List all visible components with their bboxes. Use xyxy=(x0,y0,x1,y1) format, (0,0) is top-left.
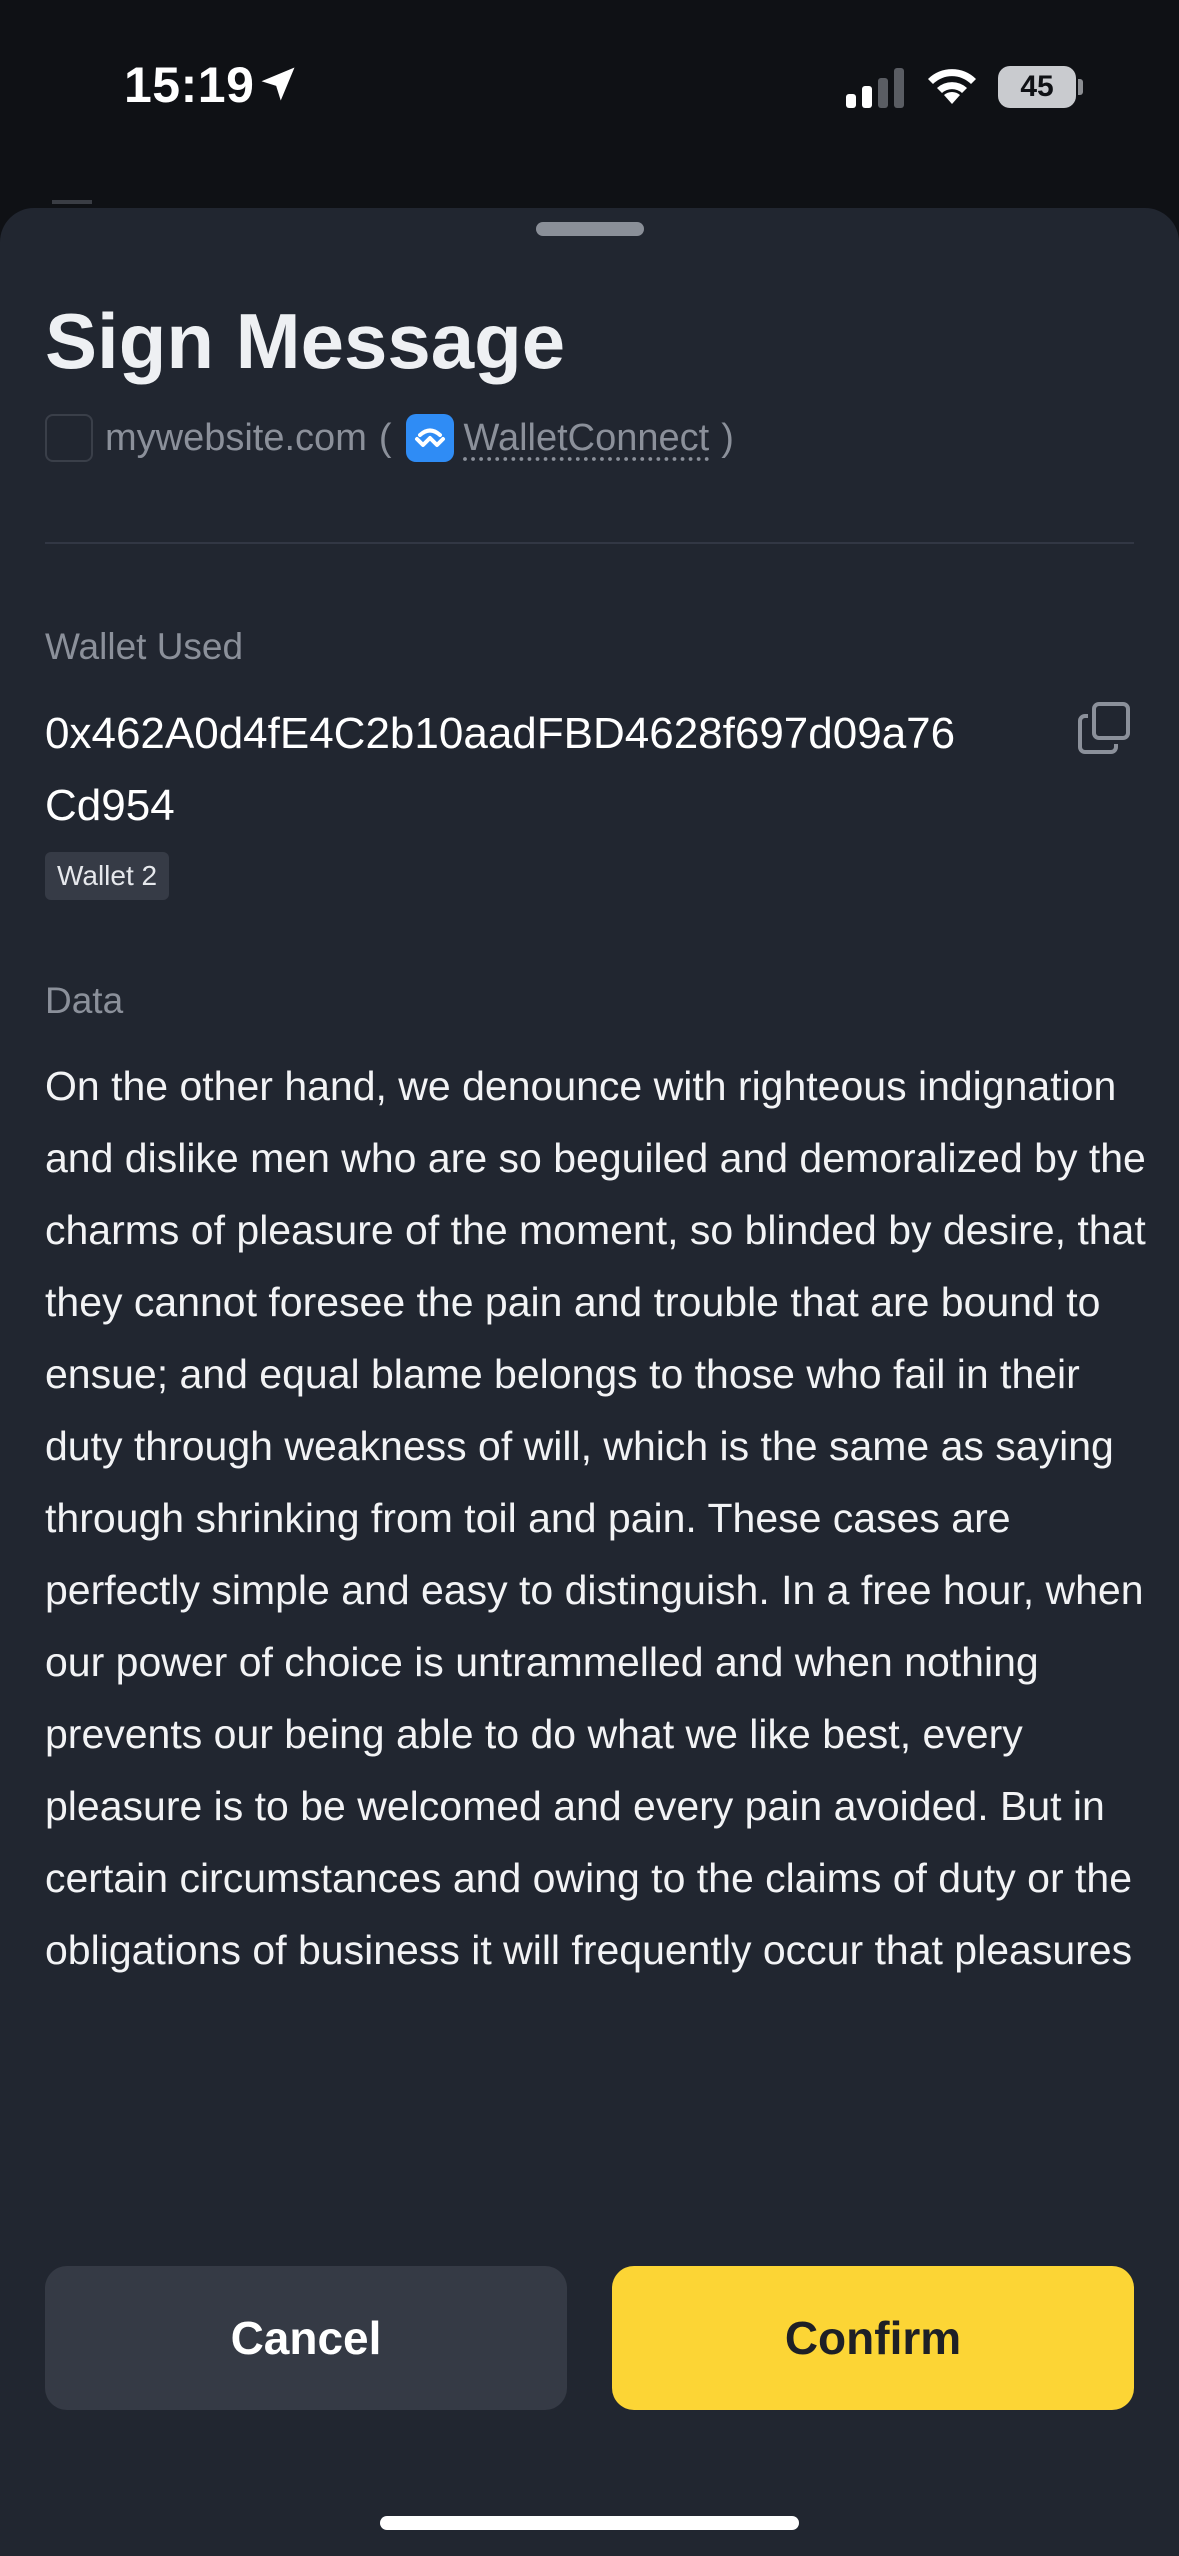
cancel-button[interactable]: Cancel xyxy=(45,2266,567,2410)
header-divider xyxy=(45,542,1134,544)
walletconnect-link[interactable]: WalletConnect xyxy=(464,417,710,460)
message-data: On the other hand, we denounce with righ… xyxy=(45,1063,1146,1973)
confirm-button[interactable]: Confirm xyxy=(612,2266,1134,2410)
page-title: Sign Message xyxy=(45,297,566,385)
home-indicator xyxy=(380,2516,799,2530)
battery-icon: 45 xyxy=(998,66,1076,108)
wallet-used-label: Wallet Used xyxy=(45,626,244,667)
status-bar: 15:19 45 xyxy=(0,0,1179,180)
location-arrow-icon xyxy=(261,67,295,101)
walletconnect-icon xyxy=(405,414,454,462)
data-label: Data xyxy=(45,980,124,1021)
wallet-name-badge: Wallet 2 xyxy=(45,852,170,900)
site-favicon-icon xyxy=(45,414,93,462)
wifi-icon xyxy=(928,69,976,104)
copy-icon[interactable] xyxy=(1076,700,1132,756)
sheet-grabber[interactable] xyxy=(536,222,644,236)
battery-cap xyxy=(1078,79,1083,95)
wallet-address: 0x462A0d4fE4C2b10aadFBD4628f697d09a76Cd9… xyxy=(45,709,956,830)
request-origin: mywebsite.com ( WalletConnect ) xyxy=(45,412,734,464)
origin-close-paren: ) xyxy=(721,416,734,459)
status-time: 15:19 xyxy=(124,57,255,113)
signal-icon xyxy=(846,68,904,108)
origin-site: mywebsite.com xyxy=(105,416,367,459)
origin-open-paren: ( xyxy=(378,416,392,459)
